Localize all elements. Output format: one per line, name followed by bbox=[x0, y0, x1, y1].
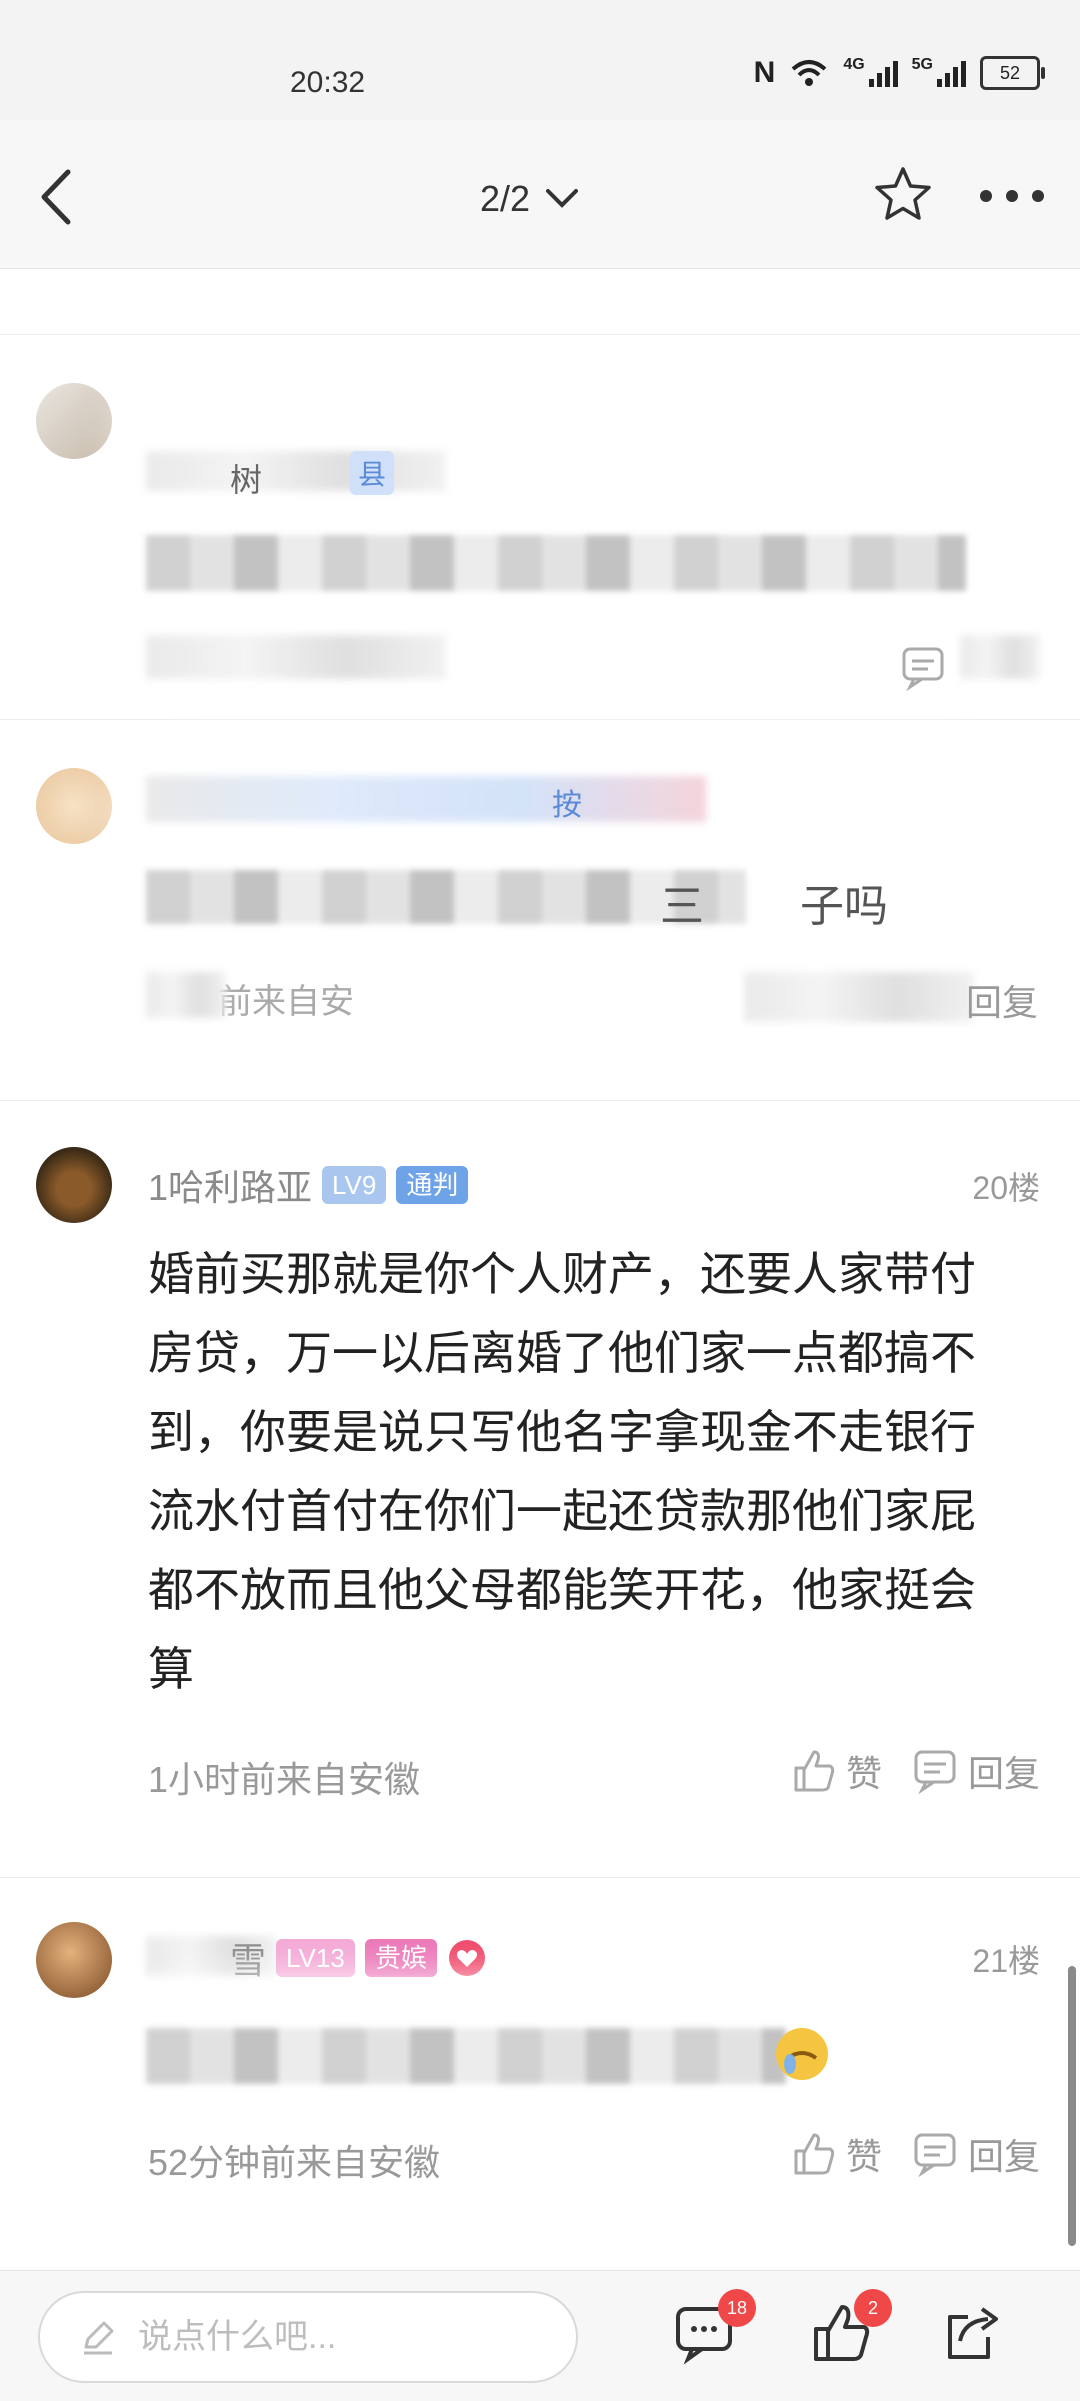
thumbs-up-icon bbox=[794, 2133, 835, 2175]
username-fragment[interactable]: 雪 bbox=[230, 1932, 266, 1984]
like-button[interactable]: 赞 bbox=[790, 1745, 882, 1797]
reply-icon bbox=[914, 1750, 956, 1794]
comment-count-badge: 18 bbox=[718, 2289, 756, 2327]
comment-body: 婚前买那就是你个人财产，还要人家带付房贷，万一以后离婚了他们家一点都搞不到，你要… bbox=[148, 1248, 976, 1695]
username[interactable]: 1哈利路亚 bbox=[148, 1159, 312, 1211]
like-post-button[interactable]: 2 bbox=[808, 2289, 892, 2365]
battery-icon: 52 bbox=[980, 56, 1045, 90]
status-time: 20:32 bbox=[290, 66, 366, 99]
meta-blurred bbox=[146, 635, 446, 679]
status-icons: N 4G 5G 52 bbox=[753, 56, 1045, 90]
pencil-icon bbox=[84, 2321, 114, 2355]
divider bbox=[0, 268, 1080, 335]
like-blurred bbox=[744, 972, 974, 1022]
comment-input-box[interactable] bbox=[38, 2291, 578, 2383]
share-icon bbox=[948, 2307, 998, 2359]
signal-icon-2 bbox=[937, 59, 966, 87]
emoji-icon bbox=[776, 2028, 828, 2080]
comment-meta: 1小时前来自安徽 bbox=[148, 1759, 421, 1800]
avatar[interactable] bbox=[36, 768, 112, 844]
status-bar: 20:32 N 4G 5G 52 bbox=[0, 0, 1080, 120]
reply-icon[interactable] bbox=[900, 645, 946, 691]
title-badge: 通判 bbox=[396, 1166, 469, 1204]
comment-item: 按 三 子吗 前来自安 回复 bbox=[0, 720, 1080, 1101]
username-fragment: 树 bbox=[230, 462, 263, 498]
comment-item: 雪 LV13 贵嫔 21楼 52分钟前来自安徽 赞 回复 bbox=[0, 1878, 1080, 2278]
username-blurred bbox=[146, 451, 446, 491]
network-4g-label: 4G bbox=[843, 56, 865, 73]
comment-body-blurred bbox=[146, 535, 966, 591]
comment-body-fragment: 三 bbox=[660, 882, 704, 931]
like-count-badge: 2 bbox=[854, 2289, 892, 2327]
username-row: 雪 LV13 贵嫔 bbox=[230, 1932, 487, 1984]
reply-button[interactable]: 回复 bbox=[912, 2128, 1040, 2180]
reply-icon bbox=[914, 2133, 956, 2177]
comment-item: 树 县 bbox=[0, 335, 1080, 720]
comment-item: 1哈利路亚 LV9 通判 20楼 婚前买那就是你个人财产，还要人家带付房贷，万一… bbox=[0, 1101, 1080, 1878]
comment-body-blurred bbox=[146, 2028, 786, 2084]
reply-button[interactable]: 回复 bbox=[912, 1745, 1040, 1797]
comment-actions: 赞 回复 bbox=[790, 2128, 1040, 2180]
comments-button[interactable]: 18 bbox=[672, 2289, 756, 2365]
page-indicator-label: 2/2 bbox=[480, 178, 531, 219]
bottom-action-bar: 18 2 bbox=[0, 2270, 1080, 2401]
actions-blurred bbox=[960, 635, 1040, 679]
username-row: 1哈利路亚 LV9 通判 bbox=[148, 1159, 469, 1211]
title-badge: 贵嫔 bbox=[364, 1939, 437, 1977]
top-nav-bar: 2/2 bbox=[0, 120, 1080, 269]
location-badge: 县 bbox=[350, 451, 395, 495]
page-selector[interactable]: 2/2 bbox=[480, 178, 580, 220]
floor-number: 21楼 bbox=[972, 1943, 1040, 1979]
comment-feed: 树 县 按 三 子吗 前来自安 回复 1哈利路亚 LV9 通判 20楼 婚前买那… bbox=[0, 268, 1080, 2278]
network-5g-label: 5G bbox=[911, 56, 933, 73]
back-icon[interactable] bbox=[30, 162, 90, 232]
comment-body-fragment-2: 子吗 bbox=[800, 882, 888, 931]
favorite-star-icon[interactable] bbox=[872, 164, 934, 226]
username-blurred bbox=[146, 776, 706, 822]
thumbs-up-icon bbox=[794, 1750, 835, 1792]
like-label: 赞 bbox=[845, 1753, 882, 1794]
reply-label[interactable]: 回复 bbox=[966, 974, 1038, 1026]
meta-fragment: 前来自安 bbox=[218, 983, 354, 1021]
blur-overlay bbox=[120, 345, 1020, 675]
comment-meta: 52分钟前来自安徽 bbox=[148, 2142, 441, 2183]
avatar[interactable] bbox=[36, 383, 112, 459]
level-badge: LV9 bbox=[322, 1166, 387, 1204]
chevron-down-icon bbox=[546, 189, 579, 208]
comment-actions: 赞 回复 bbox=[790, 1745, 1040, 1797]
badge-fragment: 按 bbox=[552, 789, 582, 822]
like-button[interactable]: 赞 bbox=[790, 2128, 882, 2180]
comment-input[interactable] bbox=[136, 2316, 540, 2358]
reply-label: 回复 bbox=[967, 2136, 1040, 2177]
share-button[interactable] bbox=[942, 2301, 1006, 2365]
avatar[interactable] bbox=[36, 1147, 112, 1223]
like-label: 赞 bbox=[845, 2136, 882, 2177]
reply-label: 回复 bbox=[967, 1753, 1040, 1794]
wifi-icon bbox=[791, 60, 827, 86]
signal-icon-1 bbox=[868, 59, 898, 87]
heart-badge-icon bbox=[448, 1940, 485, 1976]
avatar[interactable] bbox=[36, 1922, 112, 1998]
comment-body-blurred bbox=[146, 870, 746, 924]
nfc-icon: N bbox=[753, 56, 776, 89]
meta-blurred bbox=[146, 972, 226, 1018]
more-options-icon[interactable] bbox=[980, 190, 1044, 202]
floor-number: 20楼 bbox=[972, 1170, 1040, 1206]
scrollbar[interactable] bbox=[1068, 1966, 1076, 2246]
level-badge: LV13 bbox=[276, 1939, 355, 1977]
